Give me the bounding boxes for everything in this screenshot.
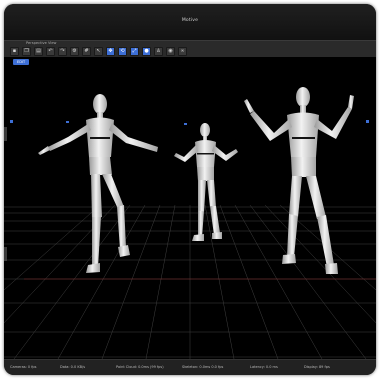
window-title: Motive [181,18,199,23]
status-data: Data: 0.0 KB/s [60,365,86,369]
rotate-icon[interactable]: ⟲ [118,47,127,56]
save-icon[interactable]: ▤ [34,47,43,56]
status-bar: Cameras: 0 fps Data: 0.0 KB/s Point Clou… [4,359,376,375]
title-bar: Motive [4,4,376,40]
status-skeleton: Skeleton: 0.0ms 0.0 fps [182,365,224,369]
view-label: Perspective View [26,41,57,45]
mannequin-figure[interactable] [38,94,158,273]
grid-icon[interactable]: # [82,47,91,56]
status-display: Display: 89 fps [304,365,330,369]
scale-icon[interactable]: ⤢ [130,47,139,56]
select-icon[interactable]: ↖ [94,47,103,56]
mannequin-figure[interactable] [174,123,238,241]
eye-icon[interactable]: ◉ [166,47,175,56]
link-icon[interactable]: ∞ [178,47,187,56]
mannequin-figure[interactable] [244,87,354,274]
status-cameras: Cameras: 0 fps [10,365,37,369]
3d-viewport[interactable]: EDIT [4,57,376,359]
viewport-toolbar: Perspective View ▪ ❐ ▤ ↶ ↷ ⚙ # ↖ ✥ ⟲ ⤢ ●… [4,40,376,58]
copy-icon[interactable]: ❐ [22,47,31,56]
settings-icon[interactable]: ⚙ [70,47,79,56]
scene-canvas [4,87,376,359]
toolbar-buttons: ▪ ❐ ▤ ↶ ↷ ⚙ # ↖ ✥ ⟲ ⤢ ● ♙ ◉ ∞ [10,47,187,56]
skeleton-icon[interactable]: ♙ [154,47,163,56]
status-point-cloud: Point Cloud: 0.0ms (99 fps) [116,365,164,369]
undo-icon[interactable]: ↶ [46,47,55,56]
move-icon[interactable]: ✥ [106,47,115,56]
marker-icon[interactable]: ● [142,47,151,56]
redo-icon[interactable]: ↷ [58,47,67,56]
status-latency: Latency: 0.0 ms [250,365,278,369]
camera-icon[interactable]: ▪ [10,47,19,56]
app-window: Motive Perspective View ▪ ❐ ▤ ↶ ↷ ⚙ # ↖ … [4,4,376,375]
